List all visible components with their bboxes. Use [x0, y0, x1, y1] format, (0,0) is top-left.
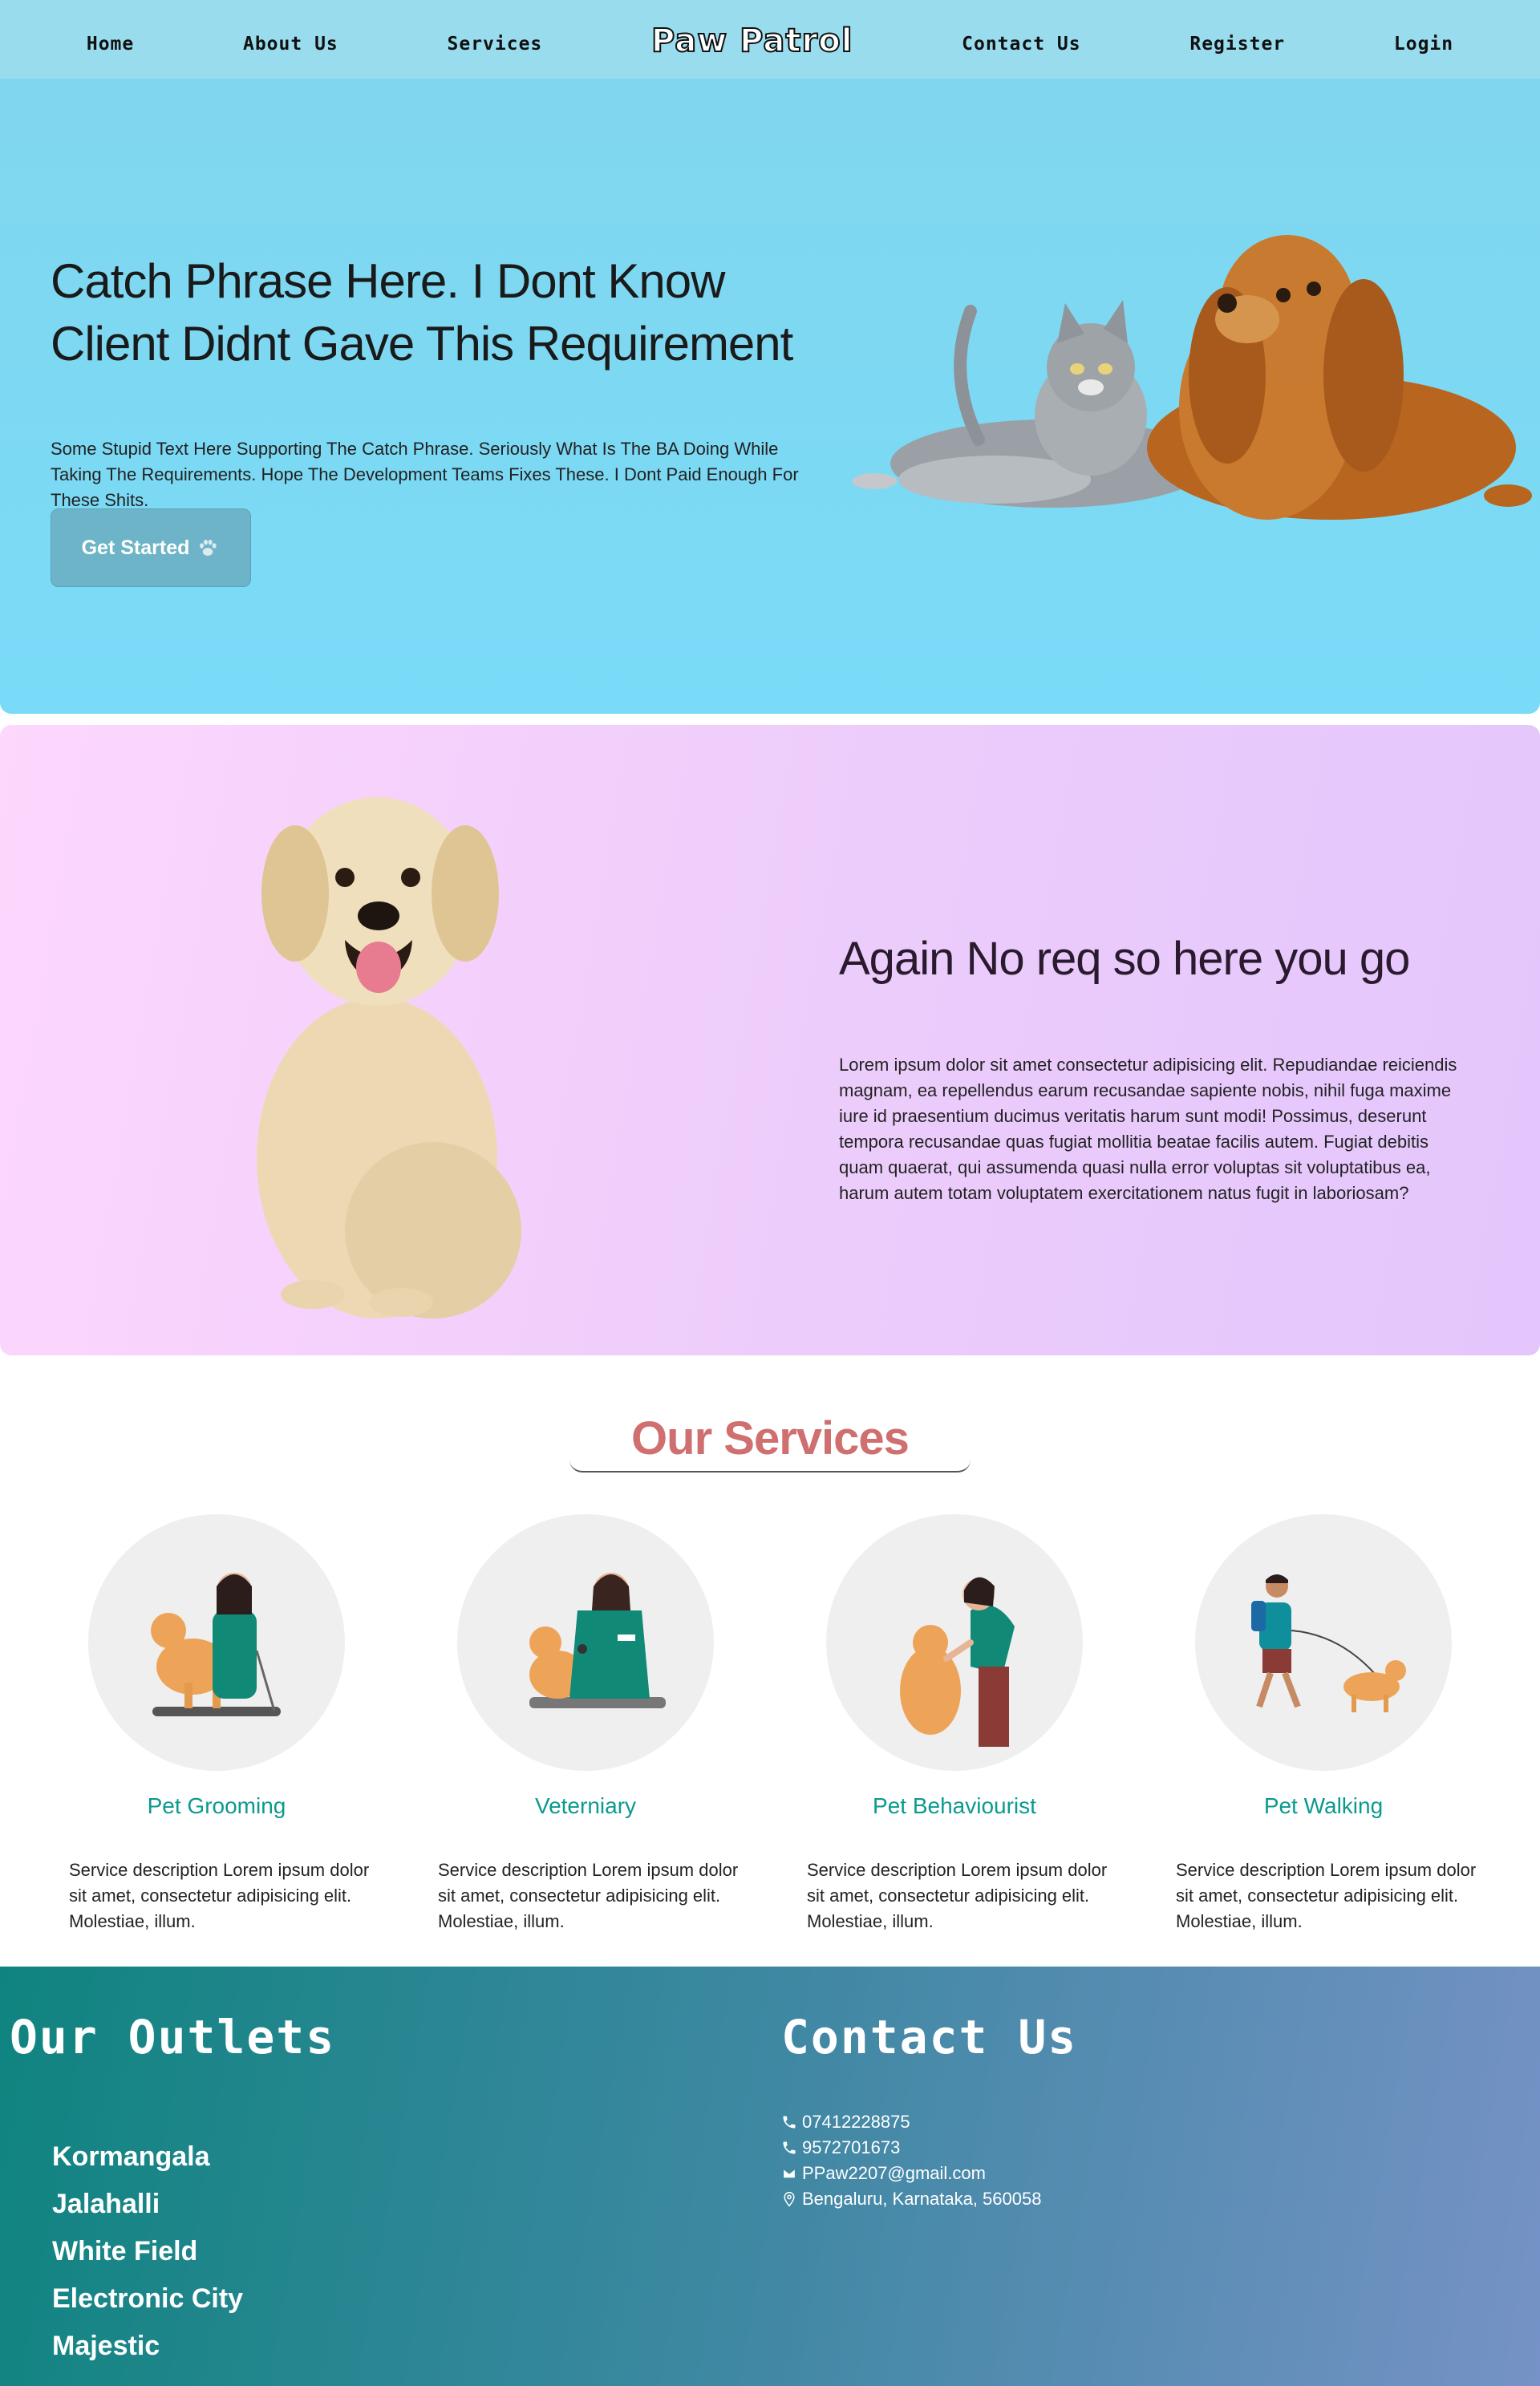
service-card-veterinary[interactable]: Veterniary Service description Lorem ips… [417, 1514, 754, 1934]
outlets-heading: Our Outlets [10, 2010, 336, 2064]
outlet-item: Majestic [52, 2331, 160, 2361]
site-footer: Our Outlets Kormangala Jalahalli White F… [0, 1967, 1540, 2386]
grooming-illustration [151, 1573, 281, 1716]
nav-services-link[interactable]: Services [448, 34, 543, 55]
golden-retriever-image [257, 797, 521, 1319]
service-description: Service description Lorem ipsum dolor si… [1176, 1860, 1477, 1931]
dog-illustration [257, 797, 521, 1319]
contact-phone-1[interactable]: 07412228875 [781, 2109, 1041, 2135]
nav-contact-link[interactable]: Contact Us [962, 34, 1080, 55]
behaviourist-illustration [900, 1577, 1015, 1747]
location-pin-icon [784, 2191, 795, 2207]
outlet-item: Kormangala [52, 2141, 210, 2172]
service-description: Service description Lorem ipsum dolor si… [438, 1860, 739, 1931]
dog-illustration [1147, 235, 1532, 520]
hero-subtext: Some Stupid Text Here Supporting The Cat… [51, 439, 799, 510]
contact-address: Bengaluru, Karnataka, 560058 [781, 2186, 1041, 2212]
outlet-item: Jalahalli [52, 2189, 160, 2219]
service-image-circle [88, 1514, 345, 1771]
service-card-grooming[interactable]: Pet Grooming Service description Lorem i… [48, 1514, 385, 1934]
contact-heading: Contact Us [781, 2010, 1078, 2064]
phone-number: 9572701673 [802, 2137, 901, 2157]
services-title: Our Services [631, 1412, 910, 1464]
get-started-button[interactable]: Get Started [51, 508, 251, 587]
mail-icon [782, 2168, 796, 2179]
veterinary-illustration [529, 1573, 666, 1708]
outlets-list: Kormangala Jalahalli White Field Electro… [52, 2133, 243, 2370]
walking-illustration [1251, 1574, 1406, 1712]
phone-number: 07412228875 [802, 2112, 910, 2132]
contact-phone-2[interactable]: 9572701673 [781, 2135, 1041, 2161]
about-section: Again No req so here you go Lorem ipsum … [0, 725, 1540, 1355]
email-address: PPaw2207@gmail.com [802, 2163, 986, 2183]
contact-email[interactable]: PPaw2207@gmail.com [781, 2161, 1041, 2186]
site-logo[interactable]: Paw Patrol [650, 22, 853, 60]
hero-headline: Catch Phrase Here. I Dont Know Client Di… [51, 254, 793, 371]
phone-icon [783, 2116, 796, 2129]
nav-about-link[interactable]: About Us [243, 34, 338, 55]
cat-and-dog-image [852, 235, 1532, 520]
hero-section: Catch Phrase Here. I Dont Know Client Di… [0, 79, 1540, 714]
phone-icon [783, 2141, 796, 2154]
service-name: Pet Grooming [147, 1793, 286, 1818]
cat-illustration [852, 300, 1211, 508]
nav-login-link[interactable]: Login [1394, 34, 1453, 55]
services-title-underline [569, 1460, 971, 1473]
service-image-circle [826, 1514, 1083, 1771]
service-card-behaviourist[interactable]: Pet Behaviourist Service description Lor… [786, 1514, 1123, 1934]
about-heading: Again No req so here you go [839, 933, 1410, 985]
service-description: Service description Lorem ipsum dolor si… [807, 1860, 1108, 1931]
service-card-walking[interactable]: Pet Walking Service description Lorem ip… [1155, 1514, 1492, 1934]
nav-home-link[interactable]: Home [87, 34, 134, 55]
outlet-item: Electronic City [52, 2283, 244, 2314]
service-name: Pet Walking [1263, 1793, 1384, 1818]
service-name: Pet Behaviourist [873, 1793, 1036, 1818]
service-image-circle [1195, 1514, 1452, 1771]
nav-register-link[interactable]: Register [1189, 34, 1285, 55]
outlet-item: White Field [52, 2236, 198, 2266]
top-nav: Home About Us Services Paw Patrol Contac… [0, 0, 1540, 79]
about-body: Lorem ipsum dolor sit amet consectetur a… [839, 1055, 1457, 1203]
service-name: Veterniary [534, 1793, 637, 1818]
service-description: Service description Lorem ipsum dolor si… [69, 1860, 370, 1931]
paw-icon [200, 539, 217, 556]
get-started-label: Get Started [81, 536, 190, 559]
contact-list: 07412228875 9572701673 PPaw2207@gmail.co… [781, 2109, 1041, 2212]
service-image-circle [457, 1514, 714, 1771]
address-text: Bengaluru, Karnataka, 560058 [802, 2189, 1042, 2209]
